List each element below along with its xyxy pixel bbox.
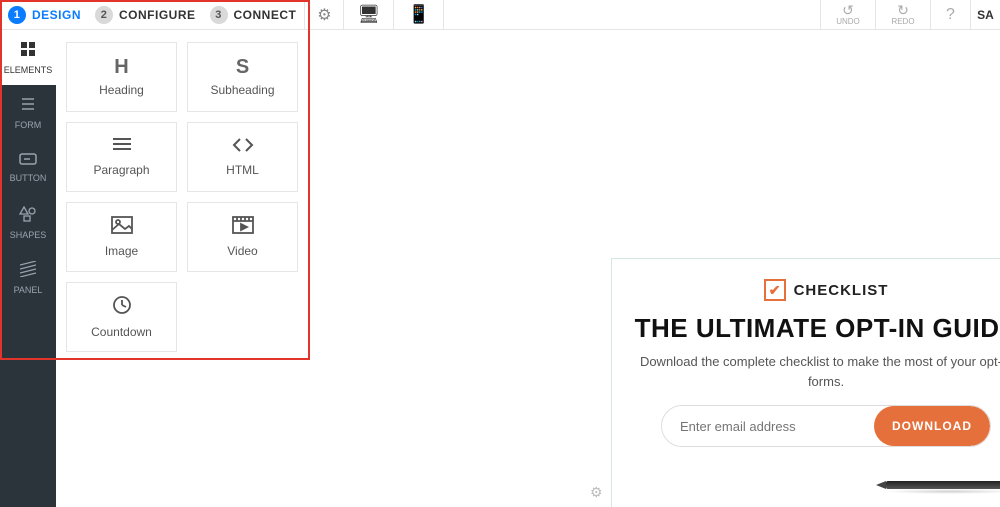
mobile-icon: 📱 [408, 4, 430, 25]
editor-canvas: H Heading S Subheading Paragraph HTML [56, 30, 1000, 507]
element-html[interactable]: HTML [187, 122, 298, 192]
element-heading[interactable]: H Heading [66, 42, 177, 112]
step-label: DESIGN [32, 8, 81, 22]
sidebar-item-shapes[interactable]: SHAPES [0, 195, 56, 250]
subheading-icon: S [236, 57, 249, 77]
help-icon: ? [946, 6, 955, 24]
element-subheading[interactable]: S Subheading [187, 42, 298, 112]
pen-illustration [876, 477, 1000, 495]
paragraph-icon [111, 137, 133, 157]
redo-icon: ↻ [897, 3, 909, 17]
save-button[interactable]: SA [970, 0, 1000, 29]
element-image[interactable]: Image [66, 202, 177, 272]
step-number: 2 [95, 6, 113, 24]
elements-panel: H Heading S Subheading Paragraph HTML [56, 30, 308, 364]
shapes-icon [19, 206, 37, 226]
element-paragraph[interactable]: Paragraph [66, 122, 177, 192]
element-label: Video [227, 244, 257, 258]
checklist-row: ✔ CHECKLIST [764, 279, 889, 301]
optin-subtitle[interactable]: Download the complete checklist to make … [632, 352, 1000, 391]
element-label: HTML [226, 163, 259, 177]
check-icon: ✔ [764, 279, 786, 301]
step-number: 3 [210, 6, 228, 24]
step-configure[interactable]: 2 CONFIGURE [95, 6, 196, 24]
mobile-preview-button[interactable]: 📱 [394, 0, 444, 29]
download-button[interactable]: DOWNLOAD [874, 406, 990, 446]
form-icon [20, 96, 36, 116]
optin-preview-block[interactable]: ⚙ ✔ CHECKLIST THE ULTIMATE OPT-IN GUIDE … [611, 258, 1000, 507]
editor-sidebar: ELEMENTS FORM BUTTON SHAPES PANEL [0, 30, 56, 507]
elements-icon [20, 41, 36, 61]
checklist-label: CHECKLIST [794, 282, 889, 299]
step-label: CONFIGURE [119, 8, 196, 22]
sidebar-item-label: BUTTON [10, 173, 47, 183]
optin-form: DOWNLOAD [661, 405, 991, 447]
step-number: 1 [8, 6, 26, 24]
redo-label: REDO [891, 17, 914, 26]
element-label: Subheading [210, 83, 274, 97]
sidebar-item-elements[interactable]: ELEMENTS [0, 30, 56, 85]
sidebar-item-label: PANEL [14, 285, 43, 295]
step-label: CONNECT [234, 8, 297, 22]
sidebar-item-label: ELEMENTS [4, 65, 53, 75]
heading-icon: H [114, 57, 128, 77]
sidebar-item-button[interactable]: BUTTON [0, 140, 56, 195]
top-actions: ↺ UNDO ↻ REDO ? SA [820, 0, 1000, 29]
undo-button[interactable]: ↺ UNDO [820, 0, 875, 29]
sidebar-item-label: FORM [15, 120, 42, 130]
desktop-preview-button[interactable]: 🖥 [344, 0, 394, 29]
optin-title[interactable]: THE ULTIMATE OPT-IN GUIDE [635, 313, 1000, 344]
undo-label: UNDO [836, 17, 860, 26]
desktop-icon: 🖥 [357, 4, 380, 25]
help-button[interactable]: ? [930, 0, 970, 29]
sidebar-item-form[interactable]: FORM [0, 85, 56, 140]
block-settings-gear[interactable]: ⚙ [590, 484, 603, 501]
element-label: Paragraph [93, 163, 149, 177]
element-label: Countdown [91, 325, 152, 339]
step-design[interactable]: 1 DESIGN [8, 6, 81, 24]
button-icon [19, 153, 37, 169]
element-video[interactable]: Video [187, 202, 298, 272]
settings-button[interactable]: ⚙ [304, 0, 344, 29]
element-countdown[interactable]: Countdown [66, 282, 177, 352]
device-preview-toggle: 🖥 📱 [344, 0, 444, 29]
sidebar-item-panel[interactable]: PANEL [0, 250, 56, 305]
countdown-icon [112, 295, 132, 319]
undo-icon: ↺ [842, 3, 854, 17]
panel-icon [20, 261, 36, 281]
step-connect[interactable]: 3 CONNECT [210, 6, 297, 24]
email-input[interactable] [662, 406, 874, 446]
redo-button[interactable]: ↻ REDO [875, 0, 930, 29]
video-icon [232, 216, 254, 238]
step-tabs: 1 DESIGN 2 CONFIGURE 3 CONNECT [0, 6, 304, 24]
element-label: Image [105, 244, 138, 258]
image-icon [111, 216, 133, 238]
html-icon [231, 137, 255, 157]
element-label: Heading [99, 83, 144, 97]
gear-icon: ⚙ [317, 5, 331, 25]
sidebar-item-label: SHAPES [10, 230, 47, 240]
top-bar: 1 DESIGN 2 CONFIGURE 3 CONNECT ⚙ 🖥 📱 ↺ U… [0, 0, 1000, 30]
